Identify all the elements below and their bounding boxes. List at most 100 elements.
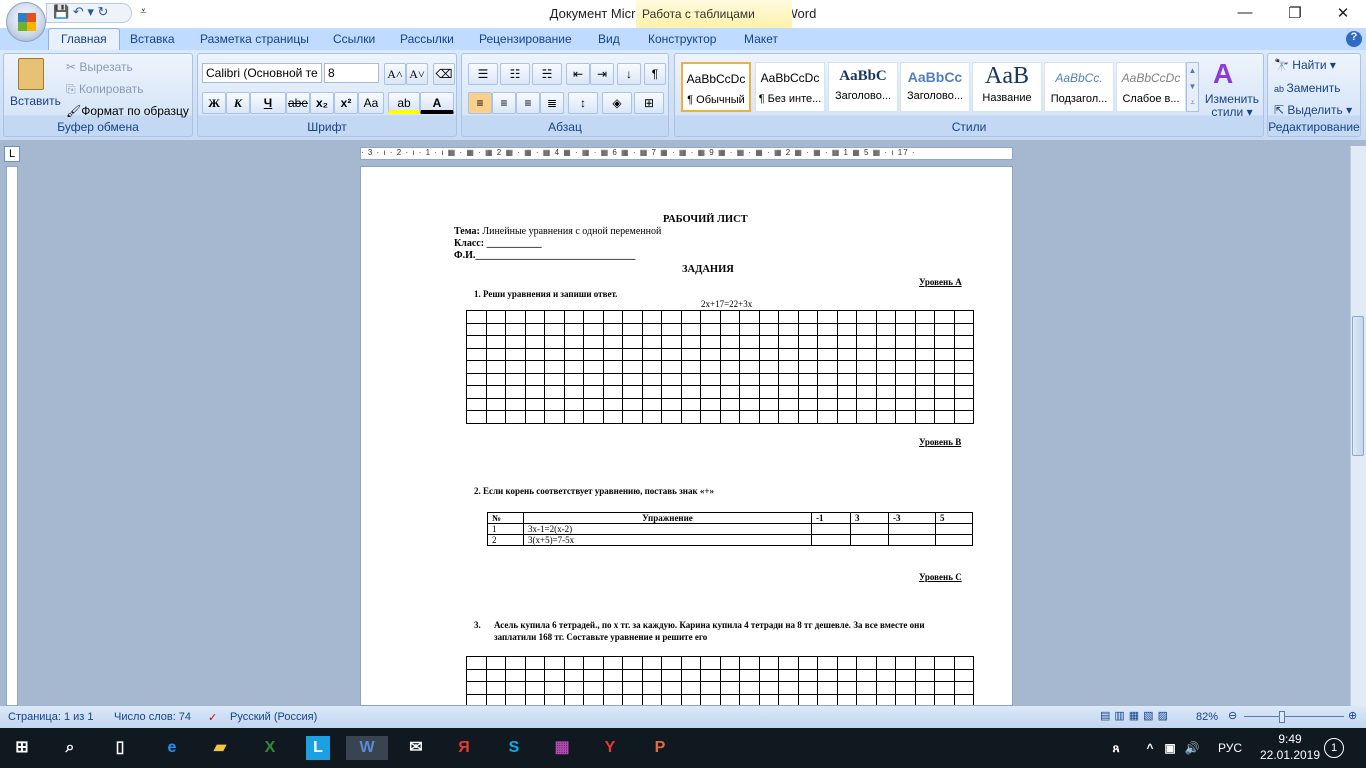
grid-cell[interactable] [563,310,584,324]
grid-cell[interactable] [797,693,818,705]
grid-cell[interactable] [758,668,779,682]
grid-cell[interactable] [680,322,701,336]
cell[interactable]: 2 [487,534,524,546]
grid-cell[interactable] [875,693,896,705]
grid-cell[interactable] [602,360,623,374]
grid-cell[interactable] [836,410,857,424]
grid-cell[interactable] [836,693,857,705]
numbering-icon[interactable]: ☷ [500,63,530,85]
grid-cell[interactable] [622,668,643,682]
grid-cell[interactable] [700,335,721,349]
grid-cell[interactable] [700,322,721,336]
grid-cell[interactable] [544,693,565,705]
grid-cell[interactable] [641,335,662,349]
grid-cell[interactable] [719,668,740,682]
grid-cell[interactable] [914,360,935,374]
grid-cell[interactable] [836,372,857,386]
grid-cell[interactable] [524,322,545,336]
grid-cell[interactable] [700,693,721,705]
grid-cell[interactable] [856,322,877,336]
grid-cell[interactable] [466,372,487,386]
grid-cell[interactable] [700,385,721,399]
cell[interactable] [888,523,936,535]
find-button[interactable]: 🔭 Найти ▾ [1274,58,1336,72]
grid-cell[interactable] [622,372,643,386]
grid-cell[interactable] [739,335,760,349]
font-size-select[interactable]: 8 [324,63,379,83]
grid-cell[interactable] [524,360,545,374]
grid-cell[interactable] [680,385,701,399]
grid-cell[interactable] [875,668,896,682]
grid-cell[interactable] [895,385,916,399]
cell[interactable] [811,534,851,546]
grid-cell[interactable] [758,410,779,424]
grid-cell[interactable] [602,385,623,399]
grid-cell[interactable] [485,693,506,705]
grid-cell[interactable] [485,360,506,374]
grid-cell[interactable] [583,668,604,682]
borders-icon[interactable]: ⊞ [634,92,664,114]
increase-indent-icon[interactable]: ⇥ [590,63,614,85]
grid-cell[interactable] [797,681,818,695]
grid-cell[interactable] [739,372,760,386]
grid-cell[interactable] [583,410,604,424]
grid-cell[interactable] [778,385,799,399]
grid-cell[interactable] [875,310,896,324]
grid-cell[interactable] [563,397,584,411]
grid-cell[interactable] [583,360,604,374]
grid-cell[interactable] [641,385,662,399]
grid-cell[interactable] [875,656,896,670]
grid-cell[interactable] [680,372,701,386]
grid-cell[interactable] [641,347,662,361]
grid-cell[interactable] [797,397,818,411]
font-color-icon[interactable]: A [420,92,454,114]
grid-cell[interactable] [505,397,526,411]
grid-cell[interactable] [719,681,740,695]
grid-cell[interactable] [875,372,896,386]
grid-cell[interactable] [680,656,701,670]
grid-cell[interactable] [700,681,721,695]
grid-cell[interactable] [836,335,857,349]
grid-cell[interactable] [895,310,916,324]
grid-cell[interactable] [817,668,838,682]
grid-cell[interactable] [466,397,487,411]
grid-cell[interactable] [563,360,584,374]
grid-cell[interactable] [505,372,526,386]
grid-cell[interactable] [661,310,682,324]
grid-cell[interactable] [583,656,604,670]
grid-cell[interactable] [856,335,877,349]
page-count[interactable]: Страница: 1 из 1 [8,711,94,723]
cell[interactable] [935,523,973,535]
grid-cell[interactable] [914,310,935,324]
tab-view[interactable]: Вид [598,32,620,46]
grid-cell[interactable] [602,397,623,411]
grid-cell[interactable] [485,385,506,399]
grid-cell[interactable] [914,372,935,386]
grid-cell[interactable] [485,335,506,349]
grid-cell[interactable] [641,681,662,695]
grid-cell[interactable] [758,347,779,361]
grid-cell[interactable] [661,385,682,399]
grid-cell[interactable] [661,372,682,386]
grid-cell[interactable] [836,668,857,682]
grid-cell[interactable] [466,322,487,336]
grid-cell[interactable] [544,310,565,324]
grid-cell[interactable] [895,668,916,682]
minimize-button[interactable]: — [1230,4,1260,21]
style-heading-2[interactable]: AaBbCc Заголово... [900,62,970,112]
grid-cell[interactable] [953,410,974,424]
grid-cell[interactable] [661,360,682,374]
grid-cell[interactable] [622,385,643,399]
grid-cell[interactable] [719,360,740,374]
style-normal[interactable]: AaBbCcDc ¶ Обычный [681,62,751,112]
grid-cell[interactable] [661,347,682,361]
grid-cell[interactable] [505,681,526,695]
grid-cell[interactable] [563,681,584,695]
decrease-indent-icon[interactable]: ⇤ [566,63,590,85]
grid-cell[interactable] [953,322,974,336]
clipboard-icon[interactable] [18,58,44,90]
tab-layout[interactable]: Макет [744,32,778,46]
grid-cell[interactable] [934,310,955,324]
grid-cell[interactable] [602,693,623,705]
grid-cell[interactable] [661,668,682,682]
